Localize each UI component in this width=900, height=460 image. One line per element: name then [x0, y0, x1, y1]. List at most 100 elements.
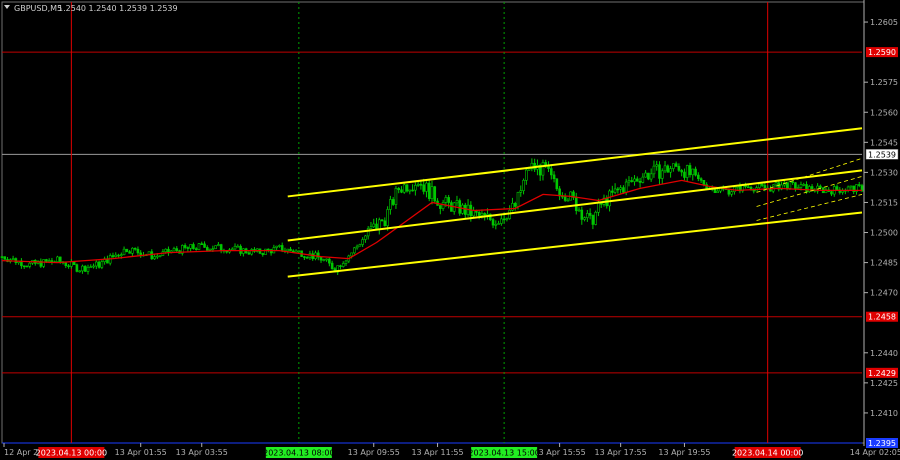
candle-body: [583, 217, 586, 220]
candle-body: [791, 181, 794, 183]
candle-body: [763, 185, 767, 189]
candle: [402, 182, 406, 194]
candle-body: [455, 200, 459, 204]
candle-body: [389, 199, 392, 210]
candle-body: [525, 169, 528, 181]
candle-body: [591, 215, 595, 225]
candle-body: [491, 219, 495, 226]
candle-body: [799, 184, 803, 188]
candle-body: [194, 248, 198, 250]
candle-body: [441, 202, 445, 209]
candle-body: [114, 254, 118, 257]
candle-body: [89, 266, 93, 268]
current-price-badge-label: 1.2539: [868, 150, 896, 159]
price-tick-label: 1.2515: [870, 198, 898, 207]
candle-body: [42, 259, 45, 267]
candle-body: [691, 168, 695, 176]
candle-body: [289, 248, 292, 252]
candle-body: [278, 245, 281, 247]
candle-body: [369, 226, 373, 229]
candle-body: [644, 172, 647, 178]
candle-body: [796, 187, 800, 189]
candle-body: [549, 168, 553, 176]
candle-body: [72, 261, 76, 265]
price-tick-label: 1.2545: [870, 138, 898, 147]
candle-body: [358, 244, 362, 247]
candle-body: [366, 228, 370, 237]
candle-body: [391, 199, 395, 205]
candle-body: [652, 165, 656, 175]
ohlc-readout: 1.2540 1.2540 1.2539 1.2539: [58, 4, 178, 13]
candle-body: [807, 186, 811, 192]
candle-body: [402, 184, 406, 193]
candle-body: [480, 213, 484, 216]
candle-body: [297, 250, 301, 253]
candle-body: [28, 262, 32, 267]
candle-body: [230, 248, 234, 251]
price-level-badge-label: 1.2458: [868, 313, 896, 322]
candle-body: [552, 174, 556, 180]
candle-body: [95, 261, 98, 267]
candle-body: [660, 170, 664, 179]
candle-body: [344, 260, 348, 264]
candle: [97, 260, 101, 269]
candle: [25, 265, 29, 268]
candle-body: [574, 197, 578, 211]
candle-body: [630, 180, 634, 182]
candle: [83, 265, 87, 272]
candle-body: [156, 255, 159, 258]
candle-body: [425, 182, 428, 192]
candle-body: [849, 185, 853, 188]
candle-body: [502, 218, 506, 221]
candle-body: [688, 165, 692, 176]
candle: [125, 248, 129, 253]
candle-body: [677, 166, 681, 171]
candle-body: [64, 262, 68, 267]
candle-body: [641, 176, 645, 183]
candle-body: [647, 172, 650, 180]
candle-body: [830, 191, 833, 195]
candle-body: [183, 245, 187, 248]
time-tick-label: 13 Apr 19:55: [658, 448, 710, 457]
candle-body: [158, 255, 162, 257]
time-tick-label: 13 Apr 01:55: [115, 448, 167, 457]
candle-body: [219, 244, 223, 251]
candle-body: [683, 171, 686, 178]
candle: [594, 210, 597, 226]
candle-body: [189, 244, 192, 249]
candle-body: [566, 199, 570, 202]
candle-body: [616, 188, 620, 191]
candle-body: [666, 165, 670, 173]
candle-body: [3, 256, 7, 260]
candle-body: [394, 188, 398, 205]
candle-body: [513, 203, 517, 207]
time-tick-label: 13 Apr 09:55: [348, 448, 400, 457]
candle-body: [588, 213, 592, 216]
candle-body: [128, 251, 131, 254]
candle-body: [494, 224, 498, 226]
price-chart[interactable]: 1.2605 1.2575 1.2560 1.2545 1.2530 1.2515 1.25…: [0, 0, 900, 460]
candle-body: [175, 248, 179, 251]
candle-body: [611, 190, 614, 193]
candle-body: [86, 267, 90, 272]
candle-body: [22, 265, 26, 268]
candle-body: [67, 265, 70, 268]
symbol-timeframe: GBPUSD,M5: [14, 4, 62, 13]
candle-body: [516, 191, 520, 207]
candle-body: [577, 209, 581, 212]
date-marker-badge-label: 2023.04.13 00:00: [36, 449, 107, 458]
candle-body: [730, 191, 733, 195]
candle-body: [405, 184, 409, 192]
candle-body: [430, 186, 434, 199]
price-tick-label: 1.2575: [870, 78, 898, 87]
candle-body: [319, 256, 323, 261]
candle-body: [45, 259, 48, 262]
candle-body: [505, 218, 509, 220]
candle-body: [699, 178, 703, 181]
candle-body: [375, 223, 378, 230]
candle-body: [372, 223, 376, 228]
candle-body: [794, 182, 797, 189]
candle-body: [500, 218, 503, 224]
candle-body: [586, 213, 589, 218]
candle-body: [100, 261, 104, 268]
